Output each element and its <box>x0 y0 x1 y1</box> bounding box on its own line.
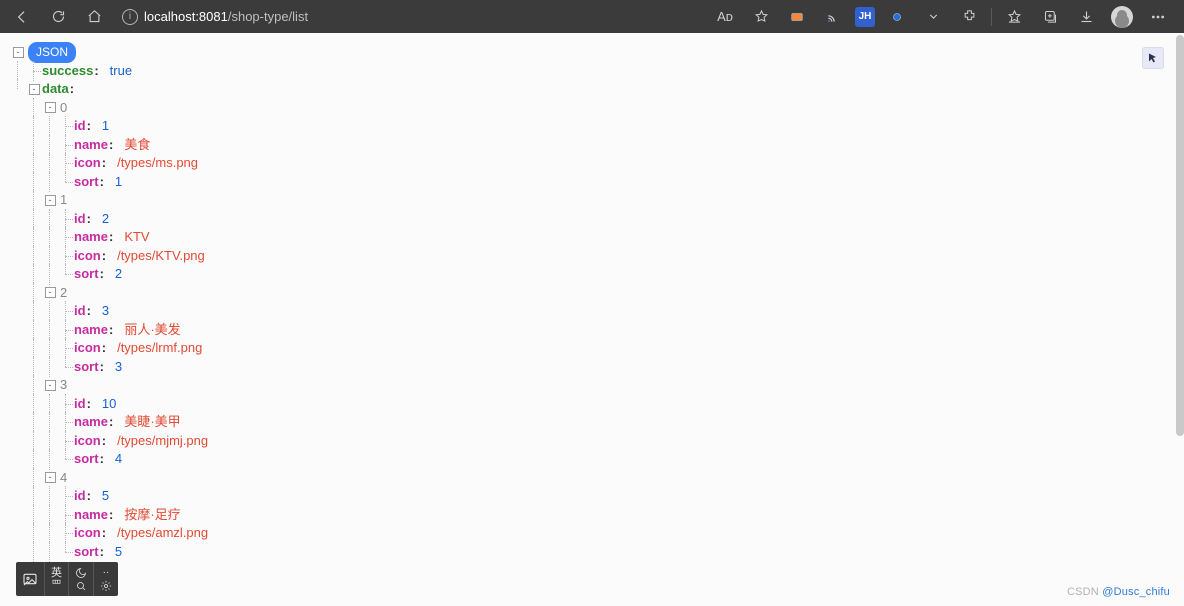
refresh-button[interactable] <box>42 3 74 31</box>
json-key: icon <box>74 339 101 358</box>
url-path: /shop-type/list <box>228 9 308 24</box>
json-key: name <box>74 506 108 525</box>
json-key: icon <box>74 247 101 266</box>
json-key: id <box>74 487 86 506</box>
toolbar-right: Aᴅ JH <box>711 3 1178 31</box>
address-bar[interactable]: i localhost:8081/shop-type/list <box>114 3 316 31</box>
extension-icon-1[interactable] <box>783 3 811 31</box>
ime-lang-toggle[interactable]: 英 罒 <box>44 562 68 596</box>
json-value: 2 <box>102 210 109 229</box>
home-button[interactable] <box>78 3 110 31</box>
json-value: /types/mjmj.png <box>117 432 208 451</box>
extensions-icon[interactable] <box>955 3 983 31</box>
json-value: 1 <box>115 173 122 192</box>
browser-toolbar: i localhost:8081/shop-type/list Aᴅ JH <box>0 0 1184 33</box>
json-key: name <box>74 321 108 340</box>
favorite-star-icon[interactable] <box>747 3 775 31</box>
json-key: icon <box>74 432 101 451</box>
json-value: 3 <box>115 358 122 377</box>
url-port: :8081 <box>195 9 228 24</box>
json-array-index: 2 <box>60 284 67 303</box>
back-button[interactable] <box>6 3 38 31</box>
chevron-down-icon[interactable] <box>919 3 947 31</box>
json-key: id <box>74 302 86 321</box>
json-key-success: success <box>42 62 93 81</box>
downloads-icon[interactable] <box>1072 3 1100 31</box>
json-key: icon <box>74 154 101 173</box>
site-info-icon[interactable]: i <box>122 9 138 25</box>
json-key: sort <box>74 358 99 377</box>
read-aloud-icon[interactable]: Aᴅ <box>711 3 739 31</box>
json-value: 美睫·美甲 <box>124 413 180 432</box>
profile-avatar[interactable] <box>1108 3 1136 31</box>
url-host: localhost <box>144 9 195 24</box>
json-array-index: 3 <box>60 376 67 395</box>
json-viewer: - JSON success: true - data: -0id:1name:… <box>0 33 1176 606</box>
cast-icon[interactable] <box>819 3 847 31</box>
json-value: 美食 <box>124 136 150 155</box>
json-value: /types/lrmf.png <box>117 339 202 358</box>
json-key: name <box>74 228 108 247</box>
json-val-success: true <box>110 62 132 81</box>
json-value: 2 <box>115 265 122 284</box>
json-key: name <box>74 413 108 432</box>
json-value: 10 <box>102 395 116 414</box>
ime-image-icon[interactable] <box>16 562 44 596</box>
collapse-toggle-item[interactable]: - <box>45 102 56 113</box>
page-viewport: - JSON success: true - data: -0id:1name:… <box>0 33 1184 606</box>
ime-toolbar[interactable]: 英 罒 ·· <box>16 562 118 596</box>
json-value: /types/amzl.png <box>117 524 208 543</box>
json-viewer-pointer-icon[interactable] <box>1142 47 1164 69</box>
json-value: 按摩·足疗 <box>124 506 180 525</box>
watermark: CSDN @Dusc_chifu <box>1067 586 1170 598</box>
collapse-toggle-item[interactable]: - <box>45 195 56 206</box>
extension-dot-icon[interactable] <box>883 3 911 31</box>
json-key: id <box>74 210 86 229</box>
json-key: id <box>74 395 86 414</box>
ime-lang-label: 英 <box>51 567 62 579</box>
vertical-scrollbar[interactable] <box>1176 33 1184 606</box>
collapse-toggle-item[interactable]: - <box>45 287 56 298</box>
collapse-toggle-item[interactable]: - <box>45 380 56 391</box>
json-key: sort <box>74 265 99 284</box>
json-value: /types/KTV.png <box>117 247 205 266</box>
ime-mode[interactable] <box>68 562 93 596</box>
collections-icon[interactable] <box>1036 3 1064 31</box>
json-key-data: data <box>42 80 69 99</box>
json-array-index: 4 <box>60 469 67 488</box>
json-key: id <box>74 117 86 136</box>
json-array-index: 1 <box>60 191 67 210</box>
extension-jh-icon[interactable]: JH <box>855 7 875 27</box>
collapse-toggle-item[interactable]: - <box>45 472 56 483</box>
json-key: sort <box>74 543 99 562</box>
ime-kb-label: 罒 <box>52 580 62 592</box>
json-value: KTV <box>124 228 149 247</box>
json-value: 1 <box>102 117 109 136</box>
json-value: 4 <box>115 450 122 469</box>
json-key: name <box>74 136 108 155</box>
json-key: icon <box>74 524 101 543</box>
json-root-badge: JSON <box>28 42 76 63</box>
json-value: 丽人·美发 <box>124 321 180 340</box>
json-array-index: 0 <box>60 99 67 118</box>
menu-dots-icon[interactable] <box>1144 3 1172 31</box>
json-value: 5 <box>102 487 109 506</box>
json-value: /types/ms.png <box>117 154 198 173</box>
json-value: 5 <box>115 543 122 562</box>
ime-settings[interactable]: ·· <box>93 562 118 596</box>
collapse-toggle-root[interactable]: - <box>13 47 24 58</box>
toolbar-separator <box>991 8 992 26</box>
json-key: sort <box>74 173 99 192</box>
collapse-toggle-data[interactable]: - <box>29 84 40 95</box>
json-key: sort <box>74 450 99 469</box>
favorites-bar-icon[interactable] <box>1000 3 1028 31</box>
json-value: 3 <box>102 302 109 321</box>
